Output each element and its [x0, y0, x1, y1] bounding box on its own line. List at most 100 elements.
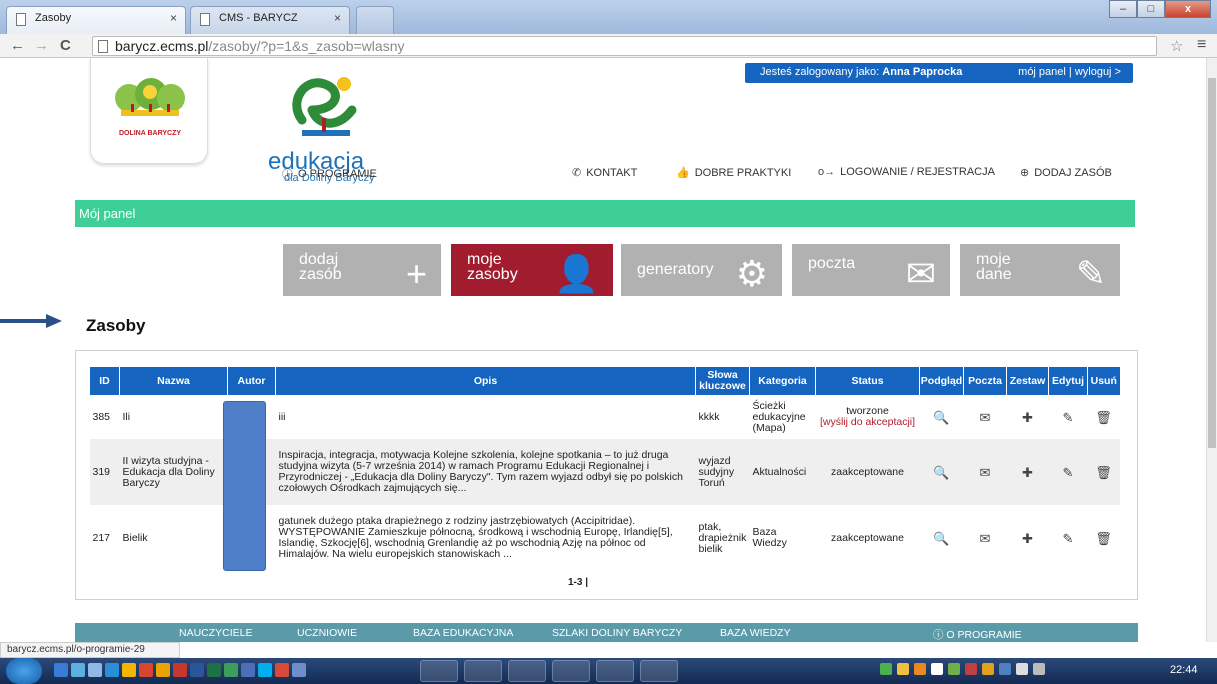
skype-icon[interactable]	[258, 663, 272, 677]
tray-icon[interactable]	[965, 663, 977, 675]
page-scrollbar[interactable]	[1206, 58, 1217, 642]
word-icon[interactable]	[190, 663, 204, 677]
preview-icon[interactable]: 🔍	[919, 505, 964, 571]
taskbar-outlook[interactable]	[596, 660, 634, 682]
edit-icon[interactable]: ✎	[1048, 439, 1088, 505]
app-icon[interactable]	[88, 663, 102, 677]
tab-zasoby[interactable]: Zasoby ×	[6, 6, 186, 34]
bookmark-star-icon[interactable]: ☆	[1170, 37, 1183, 55]
footer-link-o-programie[interactable]: ⓘ O PROGRAMIE	[933, 627, 1022, 642]
tray-icon[interactable]	[931, 663, 943, 675]
new-tab-button[interactable]	[356, 6, 394, 34]
tile-generatory[interactable]: generatory ⚙	[621, 244, 782, 296]
cell-id: 385	[89, 395, 120, 439]
scrollbar-thumb[interactable]	[1208, 78, 1216, 448]
info-icon: ⓘ	[282, 169, 293, 181]
taskbar-explorer[interactable]	[420, 660, 458, 682]
col-usun: Usuń	[1087, 367, 1120, 395]
app-icon[interactable]	[54, 663, 68, 677]
edit-icon[interactable]: ✎	[1048, 395, 1088, 439]
thumbs-up-icon: 👍	[676, 167, 690, 179]
preview-icon[interactable]: 🔍	[919, 439, 964, 505]
tray-icon[interactable]	[897, 663, 909, 675]
tile-moje-zasoby[interactable]: moje zasoby 👤	[451, 244, 613, 296]
start-button[interactable]	[6, 658, 42, 684]
cell-category: Baza Wiedzy	[749, 505, 816, 571]
menu-icon[interactable]: ≡	[1197, 36, 1206, 54]
add-to-set-icon[interactable]: ✚	[1006, 505, 1049, 571]
footer-link-nauczyciele[interactable]: NAUCZYCIELE	[179, 627, 253, 639]
add-to-set-icon[interactable]: ✚	[1006, 395, 1049, 439]
tab-cms[interactable]: CMS - BARYCZ ×	[190, 6, 350, 34]
taskbar-powerpoint[interactable]	[640, 660, 678, 682]
app-icon[interactable]	[156, 663, 170, 677]
network-icon[interactable]	[1033, 663, 1045, 675]
app-icon[interactable]	[139, 663, 153, 677]
close-window-button[interactable]: x	[1165, 0, 1211, 18]
delete-icon[interactable]: 🗑	[1087, 395, 1120, 439]
delete-icon[interactable]: 🗑	[1087, 505, 1120, 571]
tab-title: CMS - BARYCZ	[219, 12, 298, 24]
excel-icon[interactable]	[207, 663, 221, 677]
back-icon[interactable]: ←	[10, 37, 25, 54]
nav-logowanie[interactable]: o→ LOGOWANIE / REJESTRACJA	[818, 166, 995, 178]
mail-icon[interactable]: ✉	[963, 439, 1007, 505]
col-status: Status	[815, 367, 920, 395]
nav-kontakt[interactable]: ✆ KONTAKT	[572, 166, 637, 180]
app-icon[interactable]	[224, 663, 238, 677]
cell-name: Bielik	[119, 505, 228, 571]
tray-icon[interactable]	[880, 663, 892, 675]
logo-graphic	[115, 78, 185, 116]
cell-desc: gatunek dużego ptaka drapieżnego z rodzi…	[275, 505, 696, 571]
add-to-set-icon[interactable]: ✚	[1006, 439, 1049, 505]
delete-icon[interactable]: 🗑	[1087, 439, 1120, 505]
dolina-baryczy-logo[interactable]: DOLINA BARYCZY	[90, 58, 208, 164]
tile-poczta[interactable]: poczta ✉	[792, 244, 950, 296]
edukacja-logo-icon[interactable]	[282, 70, 362, 150]
address-bar[interactable]: barycz.ecms.pl/zasoby/?p=1&s_zasob=wlasn…	[92, 36, 1157, 56]
ie-icon[interactable]	[105, 663, 119, 677]
close-tab-icon[interactable]: ×	[334, 11, 341, 25]
col-edytuj: Edytuj	[1048, 367, 1088, 395]
app-icon[interactable]	[292, 663, 306, 677]
volume-icon[interactable]	[1016, 663, 1028, 675]
app-icon[interactable]	[173, 663, 187, 677]
mail-icon[interactable]: ✉	[963, 505, 1007, 571]
nav-dobre-praktyki[interactable]: 👍 DOBRE PRAKTYKI	[676, 166, 791, 180]
footer-link-baza-edukacyjna[interactable]: BAZA EDUKACYJNA	[413, 627, 513, 639]
preview-icon[interactable]: 🔍	[919, 395, 964, 439]
taskbar-word[interactable]	[552, 660, 590, 682]
footer-link-szlaki[interactable]: SZLAKI DOLINY BARYCZY	[552, 627, 682, 639]
mail-icon[interactable]: ✉	[963, 395, 1007, 439]
user-links[interactable]: mój panel | wyloguj >	[1018, 63, 1121, 81]
footer-link-baza-wiedzy[interactable]: BAZA WIEDZY	[720, 627, 791, 639]
nav-dodaj-zasob[interactable]: ⊕ DODAJ ZASÓB	[1020, 166, 1112, 180]
send-for-approval-link[interactable]: [wyślij do akceptacji]	[819, 417, 917, 428]
tray-icon[interactable]	[999, 663, 1011, 675]
cell-id: 319	[89, 439, 120, 505]
app-icon[interactable]	[71, 663, 85, 677]
minimize-button[interactable]: –	[1109, 0, 1137, 18]
footer-link-uczniowie[interactable]: UCZNIOWIE	[297, 627, 357, 639]
close-tab-icon[interactable]: ×	[170, 11, 177, 25]
app-icon[interactable]	[275, 663, 289, 677]
reload-icon[interactable]: C	[60, 37, 71, 54]
forward-icon[interactable]: →	[34, 37, 49, 54]
maximize-button[interactable]: □	[1137, 0, 1165, 18]
tray-icon[interactable]	[982, 663, 994, 675]
tray-icon[interactable]	[914, 663, 926, 675]
nav-o-programie[interactable]: ⓘ O PROGRAMIE	[282, 166, 377, 182]
tile-dodaj-zasob[interactable]: dodaj zasób +	[283, 244, 441, 296]
tile-moje-dane[interactable]: moje dane ✎	[960, 244, 1120, 296]
taskbar-skype[interactable]	[508, 660, 546, 682]
resources-panel: ID Nazwa Autor Opis Słowa kluczowe Kateg…	[75, 350, 1138, 600]
tray-icon[interactable]	[948, 663, 960, 675]
edit-icon[interactable]: ✎	[1048, 505, 1088, 571]
app-icon[interactable]	[241, 663, 255, 677]
quick-launch	[54, 663, 309, 677]
app-icon[interactable]	[122, 663, 136, 677]
taskbar-chrome[interactable]	[464, 660, 502, 682]
window-controls: – □ x	[1109, 0, 1211, 18]
pagination[interactable]: 1-3 |	[568, 577, 588, 588]
clock[interactable]: 22:44	[1170, 664, 1198, 676]
